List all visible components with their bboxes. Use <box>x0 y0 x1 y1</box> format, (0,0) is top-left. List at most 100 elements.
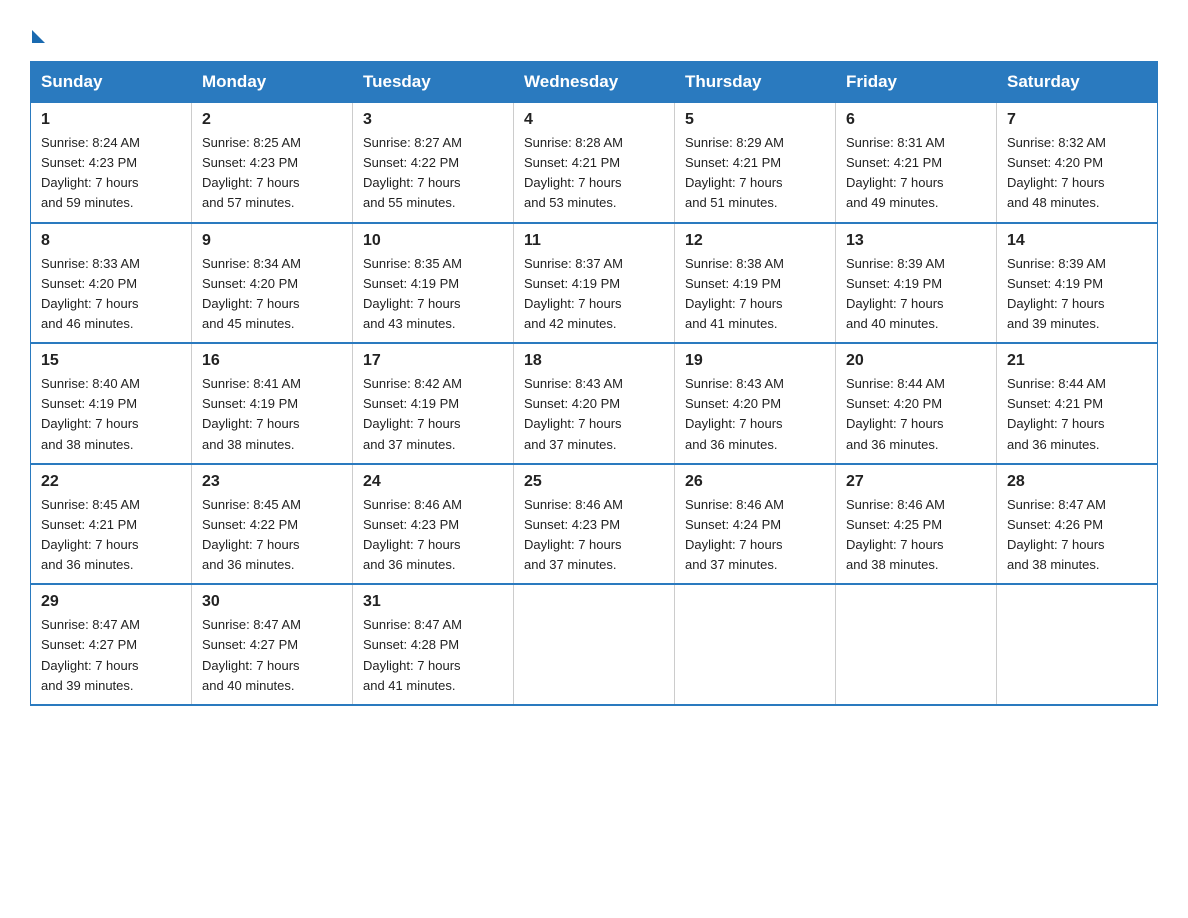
calendar-cell: 13 Sunrise: 8:39 AMSunset: 4:19 PMDayligh… <box>836 223 997 344</box>
day-number: 18 <box>524 352 664 370</box>
day-number: 25 <box>524 473 664 491</box>
day-info: Sunrise: 8:28 AMSunset: 4:21 PMDaylight:… <box>524 135 623 210</box>
day-number: 17 <box>363 352 503 370</box>
calendar-cell <box>836 584 997 705</box>
calendar-cell: 9 Sunrise: 8:34 AMSunset: 4:20 PMDaylight… <box>192 223 353 344</box>
calendar-cell: 12Sunrise: 8:38 AMSunset: 4:19 PMDayligh… <box>675 223 836 344</box>
weekday-header-row: SundayMondayTuesdayWednesdayThursdayFrid… <box>31 62 1158 103</box>
calendar-cell: 24 Sunrise: 8:46 AMSunset: 4:23 PMDayligh… <box>353 464 514 585</box>
day-number: 12 <box>685 232 825 250</box>
calendar-cell: 30 Sunrise: 8:47 AMSunset: 4:27 PMDayligh… <box>192 584 353 705</box>
calendar-cell: 20 Sunrise: 8:44 AMSunset: 4:20 PMDayligh… <box>836 343 997 464</box>
day-info: Sunrise: 8:46 AMSunset: 4:25 PMDaylight:… <box>846 497 945 572</box>
day-number: 20 <box>846 352 986 370</box>
calendar-week-row: 15Sunrise: 8:40 AMSunset: 4:19 PMDayligh… <box>31 343 1158 464</box>
day-info: Sunrise: 8:34 AMSunset: 4:20 PMDaylight:… <box>202 256 301 331</box>
day-number: 24 <box>363 473 503 491</box>
day-number: 9 <box>202 232 342 250</box>
day-number: 6 <box>846 111 986 129</box>
weekday-header-monday: Monday <box>192 62 353 103</box>
day-number: 11 <box>524 232 664 250</box>
day-info: Sunrise: 8:35 AMSunset: 4:19 PMDaylight:… <box>363 256 462 331</box>
day-info: Sunrise: 8:44 AMSunset: 4:20 PMDaylight:… <box>846 376 945 451</box>
day-info: Sunrise: 8:47 AMSunset: 4:28 PMDaylight:… <box>363 617 462 692</box>
day-info: Sunrise: 8:47 AMSunset: 4:27 PMDaylight:… <box>41 617 140 692</box>
calendar-cell: 29 Sunrise: 8:47 AMSunset: 4:27 PMDayligh… <box>31 584 192 705</box>
day-info: Sunrise: 8:27 AMSunset: 4:22 PMDaylight:… <box>363 135 462 210</box>
calendar-week-row: 29 Sunrise: 8:47 AMSunset: 4:27 PMDayligh… <box>31 584 1158 705</box>
day-info: Sunrise: 8:32 AMSunset: 4:20 PMDaylight:… <box>1007 135 1106 210</box>
day-info: Sunrise: 8:43 AMSunset: 4:20 PMDaylight:… <box>524 376 623 451</box>
weekday-header-sunday: Sunday <box>31 62 192 103</box>
calendar-cell <box>675 584 836 705</box>
calendar-week-row: 8Sunrise: 8:33 AMSunset: 4:20 PMDaylight… <box>31 223 1158 344</box>
day-info: Sunrise: 8:45 AMSunset: 4:21 PMDaylight:… <box>41 497 140 572</box>
calendar-cell: 31 Sunrise: 8:47 AMSunset: 4:28 PMDayligh… <box>353 584 514 705</box>
calendar-cell: 26 Sunrise: 8:46 AMSunset: 4:24 PMDayligh… <box>675 464 836 585</box>
day-number: 14 <box>1007 232 1147 250</box>
day-number: 23 <box>202 473 342 491</box>
day-info: Sunrise: 8:46 AMSunset: 4:24 PMDaylight:… <box>685 497 784 572</box>
calendar-cell <box>514 584 675 705</box>
day-info: Sunrise: 8:47 AMSunset: 4:26 PMDaylight:… <box>1007 497 1106 572</box>
day-number: 13 <box>846 232 986 250</box>
day-info: Sunrise: 8:29 AMSunset: 4:21 PMDaylight:… <box>685 135 784 210</box>
day-info: Sunrise: 8:31 AMSunset: 4:21 PMDaylight:… <box>846 135 945 210</box>
weekday-header-saturday: Saturday <box>997 62 1158 103</box>
weekday-header-friday: Friday <box>836 62 997 103</box>
day-number: 21 <box>1007 352 1147 370</box>
day-number: 22 <box>41 473 181 491</box>
day-number: 30 <box>202 593 342 611</box>
day-number: 16 <box>202 352 342 370</box>
calendar-cell: 19 Sunrise: 8:43 AMSunset: 4:20 PMDayligh… <box>675 343 836 464</box>
calendar-cell: 3 Sunrise: 8:27 AMSunset: 4:22 PMDaylight… <box>353 103 514 223</box>
calendar-cell: 6 Sunrise: 8:31 AMSunset: 4:21 PMDaylight… <box>836 103 997 223</box>
day-number: 26 <box>685 473 825 491</box>
day-info: Sunrise: 8:39 AMSunset: 4:19 PMDaylight:… <box>846 256 945 331</box>
day-number: 31 <box>363 593 503 611</box>
day-info: Sunrise: 8:42 AMSunset: 4:19 PMDaylight:… <box>363 376 462 451</box>
day-number: 8 <box>41 232 181 250</box>
calendar-table: SundayMondayTuesdayWednesdayThursdayFrid… <box>30 61 1158 706</box>
day-number: 29 <box>41 593 181 611</box>
day-info: Sunrise: 8:45 AMSunset: 4:22 PMDaylight:… <box>202 497 301 572</box>
calendar-cell: 23 Sunrise: 8:45 AMSunset: 4:22 PMDayligh… <box>192 464 353 585</box>
calendar-cell: 14 Sunrise: 8:39 AMSunset: 4:19 PMDayligh… <box>997 223 1158 344</box>
calendar-cell <box>997 584 1158 705</box>
day-info: Sunrise: 8:40 AMSunset: 4:19 PMDaylight:… <box>41 376 140 451</box>
calendar-cell: 4 Sunrise: 8:28 AMSunset: 4:21 PMDaylight… <box>514 103 675 223</box>
calendar-week-row: 22 Sunrise: 8:45 AMSunset: 4:21 PMDayligh… <box>31 464 1158 585</box>
calendar-cell: 2 Sunrise: 8:25 AMSunset: 4:23 PMDaylight… <box>192 103 353 223</box>
day-number: 7 <box>1007 111 1147 129</box>
day-number: 2 <box>202 111 342 129</box>
logo-arrow-icon <box>32 30 45 43</box>
calendar-cell: 5 Sunrise: 8:29 AMSunset: 4:21 PMDaylight… <box>675 103 836 223</box>
day-number: 19 <box>685 352 825 370</box>
calendar-cell: 7 Sunrise: 8:32 AMSunset: 4:20 PMDaylight… <box>997 103 1158 223</box>
day-number: 5 <box>685 111 825 129</box>
day-number: 27 <box>846 473 986 491</box>
day-info: Sunrise: 8:37 AMSunset: 4:19 PMDaylight:… <box>524 256 623 331</box>
day-number: 3 <box>363 111 503 129</box>
calendar-cell: 27 Sunrise: 8:46 AMSunset: 4:25 PMDayligh… <box>836 464 997 585</box>
day-info: Sunrise: 8:43 AMSunset: 4:20 PMDaylight:… <box>685 376 784 451</box>
calendar-cell: 1Sunrise: 8:24 AMSunset: 4:23 PMDaylight… <box>31 103 192 223</box>
day-info: Sunrise: 8:25 AMSunset: 4:23 PMDaylight:… <box>202 135 301 210</box>
calendar-cell: 18 Sunrise: 8:43 AMSunset: 4:20 PMDayligh… <box>514 343 675 464</box>
calendar-cell: 11 Sunrise: 8:37 AMSunset: 4:19 PMDayligh… <box>514 223 675 344</box>
day-number: 4 <box>524 111 664 129</box>
weekday-header-wednesday: Wednesday <box>514 62 675 103</box>
calendar-cell: 22 Sunrise: 8:45 AMSunset: 4:21 PMDayligh… <box>31 464 192 585</box>
calendar-cell: 17 Sunrise: 8:42 AMSunset: 4:19 PMDayligh… <box>353 343 514 464</box>
day-info: Sunrise: 8:41 AMSunset: 4:19 PMDaylight:… <box>202 376 301 451</box>
calendar-week-row: 1Sunrise: 8:24 AMSunset: 4:23 PMDaylight… <box>31 103 1158 223</box>
calendar-cell: 16 Sunrise: 8:41 AMSunset: 4:19 PMDayligh… <box>192 343 353 464</box>
day-info: Sunrise: 8:47 AMSunset: 4:27 PMDaylight:… <box>202 617 301 692</box>
day-info: Sunrise: 8:39 AMSunset: 4:19 PMDaylight:… <box>1007 256 1106 331</box>
calendar-cell: 28Sunrise: 8:47 AMSunset: 4:26 PMDayligh… <box>997 464 1158 585</box>
day-info: Sunrise: 8:44 AMSunset: 4:21 PMDaylight:… <box>1007 376 1106 451</box>
day-number: 1 <box>41 111 181 129</box>
day-info: Sunrise: 8:46 AMSunset: 4:23 PMDaylight:… <box>524 497 623 572</box>
day-number: 10 <box>363 232 503 250</box>
day-info: Sunrise: 8:46 AMSunset: 4:23 PMDaylight:… <box>363 497 462 572</box>
